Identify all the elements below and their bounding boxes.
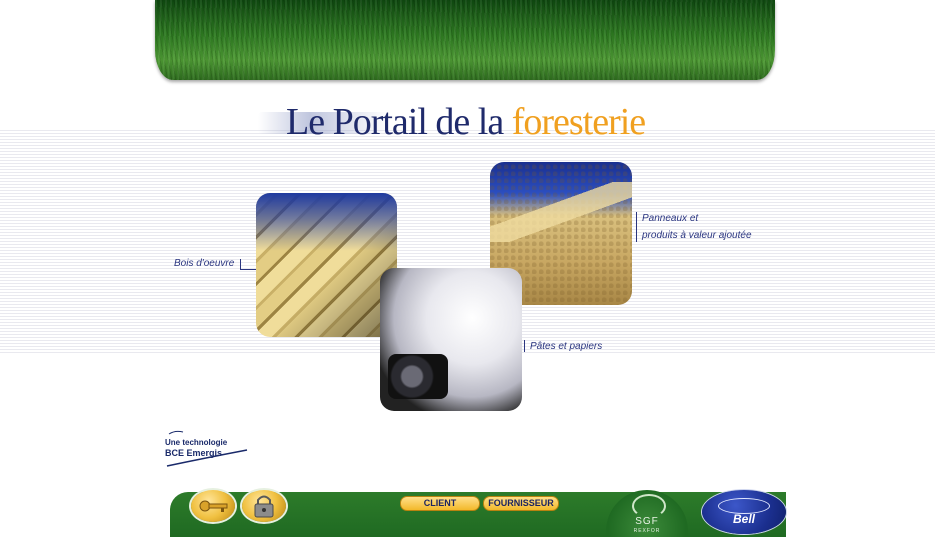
paper-link[interactable]: Pâtes et papiers [530, 339, 602, 355]
bce-emergis-logo: Une technologie BCE Emergis [165, 430, 250, 470]
title-main: Le Portail de la [286, 101, 504, 143]
lumber-callout-tick [240, 269, 256, 270]
bell-label: Bell [732, 512, 755, 526]
page-title: Le Portail de la foresterie [258, 100, 646, 143]
paper-callout-line [524, 340, 525, 352]
grass-banner [155, 0, 775, 80]
paper-image[interactable] [380, 268, 522, 411]
title-accent: foresterie [511, 101, 646, 143]
lumber-link[interactable]: Bois d'oeuvre [174, 256, 234, 272]
key-icon [191, 490, 235, 522]
panels-callout-line [636, 212, 637, 242]
fournisseur-button[interactable]: FOURNISSEUR [483, 496, 559, 511]
key-svg [199, 500, 228, 512]
sgf-label: SGF [635, 516, 659, 527]
bell-logo[interactable]: Bell [702, 490, 786, 534]
logo-swoosh [166, 430, 248, 467]
lock-icon [242, 490, 286, 522]
panels-link-line1[interactable]: Panneaux et [642, 211, 698, 227]
sgf-swirl-icon [632, 494, 666, 518]
lumber-callout-line [240, 259, 241, 269]
key-button[interactable] [191, 490, 235, 522]
client-button[interactable]: CLIENT [400, 496, 480, 511]
lumber-image[interactable] [256, 193, 397, 337]
panels-link-line2[interactable]: produits à valeur ajoutée [642, 228, 752, 244]
sgf-sublabel: REXFOR [633, 528, 661, 534]
lock-button[interactable] [242, 490, 286, 522]
lock-svg [254, 495, 274, 518]
